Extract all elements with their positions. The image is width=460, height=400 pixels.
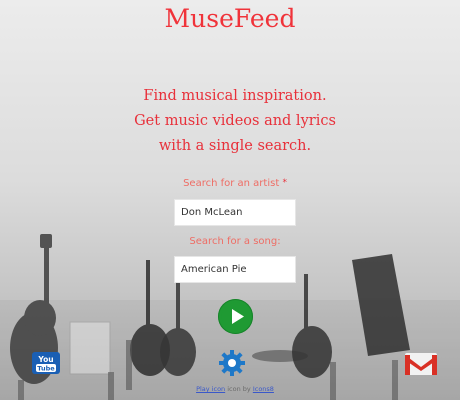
tablet-device <box>69 321 111 375</box>
required-mark: * <box>282 178 287 188</box>
icon-credit: Play icon icon by Icons8 <box>0 385 460 393</box>
tagline-line-1: Find musical inspiration. <box>143 88 327 104</box>
tagline: Find musical inspiration. Get music vide… <box>0 84 460 159</box>
gear-icon[interactable] <box>219 350 245 376</box>
artist-label: Search for an artist * <box>0 178 460 189</box>
song-input[interactable] <box>174 256 296 283</box>
credit-link-icons8[interactable]: Icons8 <box>253 385 274 393</box>
search-button[interactable] <box>218 299 253 334</box>
song-label: Search for a song: <box>189 236 281 247</box>
tagline-line-3: with a single search. <box>158 138 312 154</box>
credit-link-play-icon[interactable]: Play icon <box>196 385 225 393</box>
gmail-icon[interactable] <box>404 351 438 377</box>
app-title: MuseFeed <box>164 4 296 33</box>
tagline-line-2: Get music videos and lyrics <box>134 113 336 129</box>
play-icon <box>221 302 250 331</box>
credit-text: icon by <box>225 385 253 393</box>
svg-text:You: You <box>37 355 53 364</box>
artist-input[interactable] <box>174 199 296 226</box>
artist-label-text: Search for an artist <box>183 178 280 189</box>
youtube-icon[interactable]: You Tube <box>32 352 60 374</box>
svg-text:Tube: Tube <box>37 365 55 373</box>
